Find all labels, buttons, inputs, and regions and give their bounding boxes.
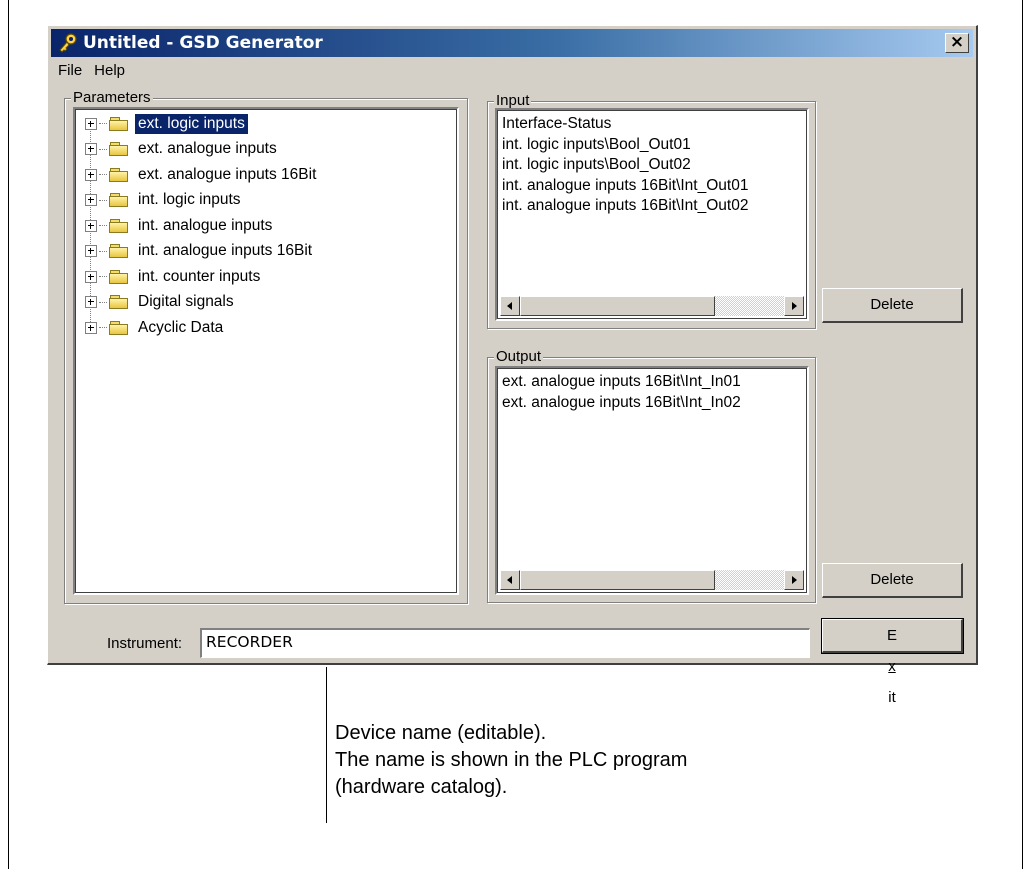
scroll-left-button[interactable]	[500, 570, 520, 590]
exit-accelerator: x	[888, 658, 896, 675]
output-list-item[interactable]: ext. analogue inputs 16Bit\Int_In01	[497, 372, 807, 393]
output-list-item[interactable]: ext. analogue inputs 16Bit\Int_In02	[497, 393, 807, 414]
exit-label-before: E	[886, 627, 897, 644]
expand-plus-icon[interactable]	[85, 245, 97, 257]
parameters-tree[interactable]: ext. logic inputs ext. analogue inputs ext…	[73, 107, 459, 595]
input-delete-button[interactable]: Delete	[822, 288, 963, 323]
gsd-generator-window: Untitled - GSD Generator × File Help Par…	[47, 25, 978, 706]
input-list-item[interactable]: int. analogue inputs 16Bit\Int_Out02	[497, 196, 807, 217]
tree-connector	[99, 123, 107, 124]
input-list[interactable]: Interface-Status int. logic inputs\Bool_…	[495, 108, 809, 321]
folder-icon	[109, 192, 129, 208]
output-group: Output ext. analogue inputs 16Bit\Int_In…	[487, 348, 816, 603]
tree-item[interactable]: int. counter inputs	[75, 264, 263, 289]
annotation-line: Device name (editable).	[335, 722, 547, 744]
expand-plus-icon[interactable]	[85, 270, 97, 283]
tree-item-label[interactable]: ext. analogue inputs 16Bit	[135, 165, 319, 185]
expand-plus-icon[interactable]	[85, 219, 97, 232]
scroll-right-arrow-icon	[792, 576, 797, 584]
scroll-left-arrow-icon	[507, 576, 512, 584]
expand-plus-icon[interactable]	[85, 321, 97, 334]
tree-connector	[99, 199, 107, 201]
window-title: Untitled - GSD Generator	[83, 33, 323, 53]
tree-connector	[99, 225, 107, 226]
folder-icon	[109, 320, 129, 336]
tree-item-label[interactable]: int. analogue inputs	[135, 216, 275, 236]
parameters-label: Parameters	[71, 89, 153, 107]
tree-connector	[99, 301, 107, 303]
close-icon: ×	[949, 32, 965, 52]
annotation-line: The name is shown in the PLC program	[335, 749, 688, 771]
folder-icon	[109, 116, 129, 132]
tree-connector	[99, 148, 107, 150]
key-icon	[59, 33, 77, 53]
exit-label-after: it	[888, 689, 896, 706]
input-list-item[interactable]: int. analogue inputs 16Bit\Int_Out01	[497, 176, 807, 197]
input-list-item[interactable]: Interface-Status	[497, 114, 807, 135]
scroll-thumb[interactable]	[520, 296, 715, 316]
tree-item[interactable]: int. analogue inputs 16Bit	[75, 239, 315, 264]
tree-item-label[interactable]: int. logic inputs	[135, 190, 244, 210]
tree-item-label[interactable]: int. counter inputs	[135, 267, 263, 287]
scroll-left-button[interactable]	[500, 296, 520, 316]
parameters-group: Parameters ext. logic inputs ext. analogu…	[64, 89, 468, 604]
menu-bar: File Help	[52, 60, 131, 82]
callout-line	[326, 667, 327, 823]
folder-icon	[109, 167, 129, 183]
tree-item[interactable]: int. logic inputs	[75, 188, 244, 213]
instrument-label: Instrument:	[107, 635, 183, 652]
annotation-line: (hardware catalog).	[335, 776, 508, 798]
output-list[interactable]: ext. analogue inputs 16Bit\Int_In01 ext.…	[495, 366, 809, 595]
folder-icon	[109, 218, 129, 234]
tree-item[interactable]: Acyclic Data	[75, 315, 226, 340]
tree-connector	[99, 327, 107, 328]
exit-button[interactable]: Ex it	[821, 618, 964, 706]
tree-item-label[interactable]: ext. logic inputs	[134, 112, 249, 135]
tree-item[interactable]: ext. analogue inputs 16Bit	[75, 162, 319, 187]
input-list-item[interactable]: int. logic inputs\Bool_Out01	[497, 135, 807, 156]
tree-item[interactable]: ext. logic inputs	[75, 111, 249, 136]
folder-icon	[109, 294, 129, 310]
tree-connector	[99, 250, 107, 252]
input-list-item[interactable]: int. logic inputs\Bool_Out02	[497, 155, 807, 176]
expand-plus-icon[interactable]	[85, 194, 97, 206]
menu-file[interactable]: File	[52, 60, 88, 82]
expand-plus-icon[interactable]	[85, 296, 97, 308]
scroll-thumb[interactable]	[520, 570, 715, 590]
scroll-left-arrow-icon	[507, 302, 512, 310]
expand-plus-icon[interactable]	[85, 168, 97, 181]
expand-plus-icon[interactable]	[85, 143, 97, 155]
folder-icon	[109, 269, 129, 285]
tree-item[interactable]: Digital signals	[75, 290, 237, 315]
folder-icon	[109, 243, 129, 259]
output-label: Output	[494, 348, 544, 366]
scroll-right-arrow-icon	[792, 302, 797, 310]
tree-item-label[interactable]: Acyclic Data	[135, 318, 226, 338]
annotation-text: Device name (editable). The name is show…	[335, 720, 687, 801]
input-horizontal-scrollbar[interactable]	[500, 296, 804, 316]
scroll-right-button[interactable]	[784, 296, 804, 316]
menu-help[interactable]: Help	[88, 60, 131, 82]
tree-item-label[interactable]: ext. analogue inputs	[135, 139, 280, 159]
output-delete-button[interactable]: Delete	[822, 563, 963, 598]
output-horizontal-scrollbar[interactable]	[500, 570, 804, 590]
expand-plus-icon[interactable]	[85, 117, 97, 130]
tree-item-label[interactable]: int. analogue inputs 16Bit	[135, 241, 315, 261]
scroll-right-button[interactable]	[784, 570, 804, 590]
tree-item[interactable]: ext. analogue inputs	[75, 137, 280, 162]
tree-connector	[99, 174, 107, 175]
tree-item-label[interactable]: Digital signals	[135, 292, 237, 312]
tree-item[interactable]: int. analogue inputs	[75, 213, 275, 238]
input-group: Input Interface-Status int. logic inputs…	[487, 92, 816, 329]
instrument-name-field[interactable]: RECORDER	[200, 628, 810, 658]
title-bar[interactable]: Untitled - GSD Generator ×	[51, 29, 973, 57]
close-button[interactable]: ×	[945, 33, 969, 53]
folder-icon	[109, 141, 129, 157]
tree-connector	[99, 276, 107, 277]
